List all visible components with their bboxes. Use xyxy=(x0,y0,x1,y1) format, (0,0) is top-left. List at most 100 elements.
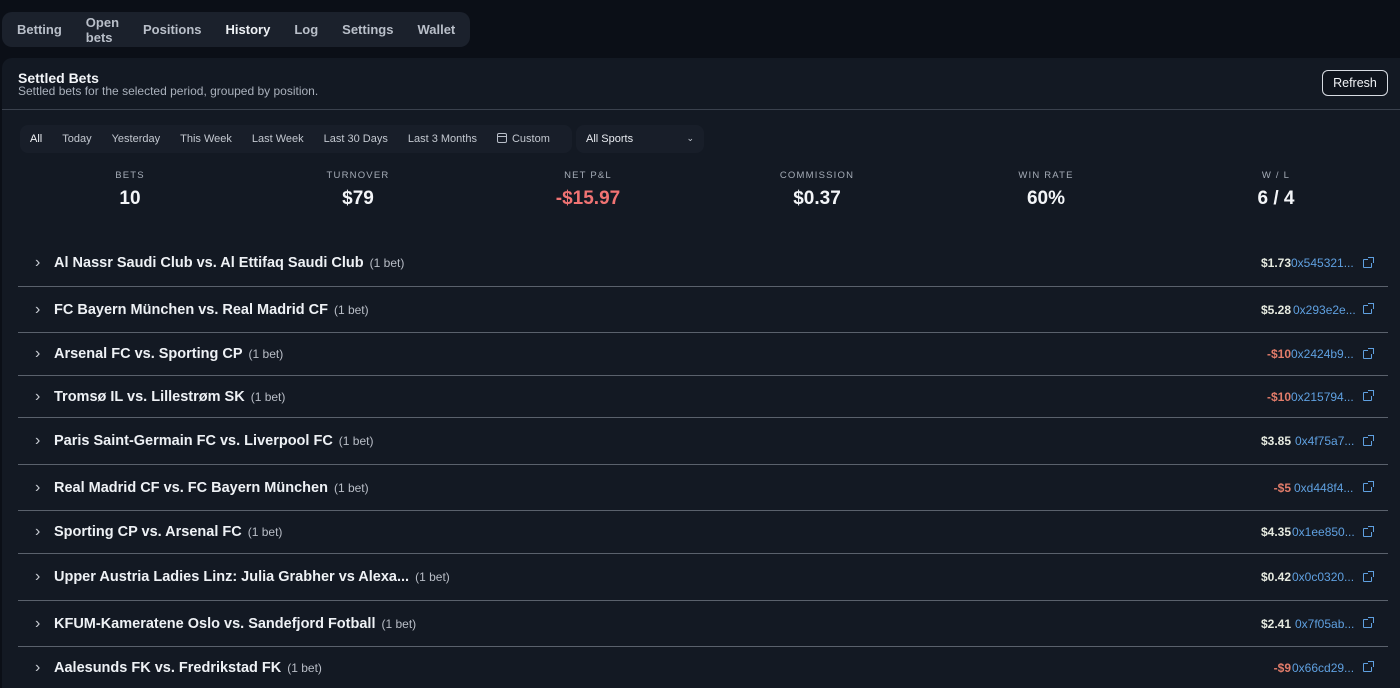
stat-value: $79 xyxy=(342,188,374,209)
position-title: Arsenal FC vs. Sporting CP xyxy=(54,346,243,362)
filter-custom[interactable]: Custom xyxy=(487,125,560,153)
tx-hash-link[interactable]: 0x66cd29... xyxy=(1292,661,1354,675)
position-title: Real Madrid CF vs. FC Bayern München xyxy=(54,479,328,496)
page-subtitle: Settled bets for the selected period, gr… xyxy=(18,84,319,98)
position-name: KFUM-Kameratene Oslo vs. Sandefjord Fotb… xyxy=(54,616,416,632)
bet-count: (1 bet) xyxy=(333,302,369,317)
tab-log[interactable]: Log xyxy=(294,22,318,37)
position-row[interactable]: › KFUM-Kameratene Oslo vs. Sandefjord Fot… xyxy=(18,601,1388,647)
calendar-icon xyxy=(496,133,507,143)
settled-bets-panel: Settled Bets Settled bets for the select… xyxy=(2,58,1400,688)
external-link-icon[interactable] xyxy=(1363,617,1374,628)
bet-count: (1 bet) xyxy=(248,347,284,361)
bet-count: (1 bet) xyxy=(381,616,417,631)
chevron-right-icon[interactable]: › xyxy=(35,523,40,541)
tx-hash-link[interactable]: 0xd448f4... xyxy=(1294,481,1353,495)
external-link-icon[interactable] xyxy=(1363,570,1374,582)
position-row[interactable]: › Al Nassr Saudi Club vs. Al Ettifaq Saud… xyxy=(18,240,1388,287)
bet-count: (1 bet) xyxy=(369,256,405,270)
filter-this-week[interactable]: This Week xyxy=(170,125,242,153)
bet-count: (1 bet) xyxy=(338,434,374,448)
external-link-icon[interactable] xyxy=(1363,661,1374,672)
stat-label: BETS xyxy=(115,170,145,181)
tx-hash-link[interactable]: 0x215794... xyxy=(1291,390,1354,404)
chevron-right-icon[interactable]: › xyxy=(35,615,40,633)
refresh-button[interactable]: Refresh xyxy=(1322,70,1388,96)
position-title: Upper Austria Ladies Linz: Julia Grabher… xyxy=(54,569,410,585)
sport-select[interactable]: All Sports ⌄ xyxy=(576,125,704,153)
position-row[interactable]: › Aalesunds FK vs. Fredrikstad FK (1 bet) -… xyxy=(18,647,1388,688)
position-row[interactable]: › Upper Austria Ladies Linz: Julia Grabhe… xyxy=(18,554,1388,601)
period-filter: All Today Yesterday This Week Last Week … xyxy=(20,125,572,153)
position-row[interactable]: › Arsenal FC vs. Sporting CP (1 bet) -$10 0x… xyxy=(18,333,1388,376)
stat-win-loss: W / L 6 / 4 xyxy=(1196,170,1356,210)
position-pnl: $0.42 xyxy=(1260,570,1291,584)
tx-hash-link[interactable]: 0x545321... xyxy=(1291,256,1354,270)
chevron-right-icon[interactable]: › xyxy=(35,659,40,677)
stat-commission: COMMISSION $0.37 xyxy=(737,170,897,210)
external-link-icon[interactable] xyxy=(1363,390,1374,401)
position-row[interactable]: › FC Bayern München vs. Real Madrid CF (1 … xyxy=(18,287,1388,333)
tab-open-bets[interactable]: Open bets xyxy=(86,15,119,45)
tx-hash-link[interactable]: 0x293e2e... xyxy=(1293,303,1356,317)
external-link-icon[interactable] xyxy=(1363,303,1374,314)
sport-select-value: All Sports xyxy=(586,133,634,145)
tx-hash-link[interactable]: 0x4f75a7... xyxy=(1295,434,1354,448)
position-row[interactable]: › Sporting CP vs. Arsenal FC (1 bet) $4.35 0… xyxy=(18,511,1388,554)
position-name: Aalesunds FK vs. Fredrikstad FK (1 bet) xyxy=(54,660,322,676)
tx-hash-link[interactable]: 0x7f05ab... xyxy=(1295,617,1354,631)
stat-label: WIN RATE xyxy=(1018,170,1074,181)
position-name: Sporting CP vs. Arsenal FC (1 bet) xyxy=(54,524,282,540)
tx-hash-link[interactable]: 0x2424b9... xyxy=(1291,347,1354,361)
stat-bets: BETS 10 xyxy=(50,170,210,210)
position-title: Paris Saint-Germain FC vs. Liverpool FC xyxy=(54,433,333,449)
external-link-icon[interactable] xyxy=(1363,347,1374,359)
position-pnl: $3.85 xyxy=(1260,434,1291,448)
position-title: FC Bayern München vs. Real Madrid CF xyxy=(54,301,328,318)
tab-settings[interactable]: Settings xyxy=(342,22,393,37)
stat-label: TURNOVER xyxy=(326,170,390,181)
position-title: KFUM-Kameratene Oslo vs. Sandefjord Fotb… xyxy=(54,615,376,632)
chevron-right-icon[interactable]: › xyxy=(35,301,40,319)
filter-all[interactable]: All xyxy=(20,125,52,153)
custom-label: Custom xyxy=(511,133,550,145)
stat-label: NET P&L xyxy=(564,170,612,181)
tab-positions[interactable]: Positions xyxy=(143,22,202,37)
tab-history[interactable]: History xyxy=(226,22,271,37)
stats-bar: BETS 10 TURNOVER $79 NET P&L -$15.97 COM… xyxy=(2,170,1400,230)
positions-list: › Al Nassr Saudi Club vs. Al Ettifaq Saud… xyxy=(18,240,1388,688)
stat-value: 60% xyxy=(1026,188,1066,209)
tab-betting[interactable]: Betting xyxy=(17,22,62,37)
stat-label: W / L xyxy=(1261,170,1291,181)
chevron-right-icon[interactable]: › xyxy=(35,479,40,497)
external-link-icon[interactable] xyxy=(1363,434,1374,446)
tab-wallet[interactable]: Wallet xyxy=(417,22,455,37)
position-pnl: $4.35 xyxy=(1260,525,1291,539)
position-name: Paris Saint-Germain FC vs. Liverpool FC (… xyxy=(54,433,373,449)
chevron-right-icon[interactable]: › xyxy=(35,432,40,450)
chevron-right-icon[interactable]: › xyxy=(35,254,40,272)
filter-yesterday[interactable]: Yesterday xyxy=(102,125,171,153)
stat-label: COMMISSION xyxy=(779,170,855,181)
bet-count: (1 bet) xyxy=(287,660,322,675)
tx-hash-link[interactable]: 0x1ee850... xyxy=(1292,525,1355,539)
position-row[interactable]: › Paris Saint-Germain FC vs. Liverpool FC… xyxy=(18,418,1388,465)
chevron-right-icon[interactable]: › xyxy=(35,568,40,586)
position-name: Al Nassr Saudi Club vs. Al Ettifaq Saudi… xyxy=(54,255,404,271)
external-link-icon[interactable] xyxy=(1363,256,1374,268)
filter-last-3-months[interactable]: Last 3 Months xyxy=(398,125,487,153)
tx-hash-link[interactable]: 0x0c0320... xyxy=(1292,570,1354,584)
filter-today[interactable]: Today xyxy=(52,125,101,153)
chevron-right-icon[interactable]: › xyxy=(35,388,40,406)
bet-count: (1 bet) xyxy=(250,389,286,404)
external-link-icon[interactable] xyxy=(1363,525,1374,537)
position-row[interactable]: › Tromsø IL vs. Lillestrøm SK (1 bet) -$10 0… xyxy=(18,376,1388,418)
stat-value: $0.37 xyxy=(793,188,841,209)
filter-last-week[interactable]: Last Week xyxy=(242,125,314,153)
filter-last-30-days[interactable]: Last 30 Days xyxy=(314,125,398,153)
chevron-right-icon[interactable]: › xyxy=(35,345,40,363)
panel-header: Settled Bets Settled bets for the select… xyxy=(2,58,1400,110)
external-link-icon[interactable] xyxy=(1363,481,1374,492)
position-row[interactable]: › Real Madrid CF vs. FC Bayern München (1 … xyxy=(18,465,1388,511)
position-title: Aalesunds FK vs. Fredrikstad FK xyxy=(54,659,282,676)
